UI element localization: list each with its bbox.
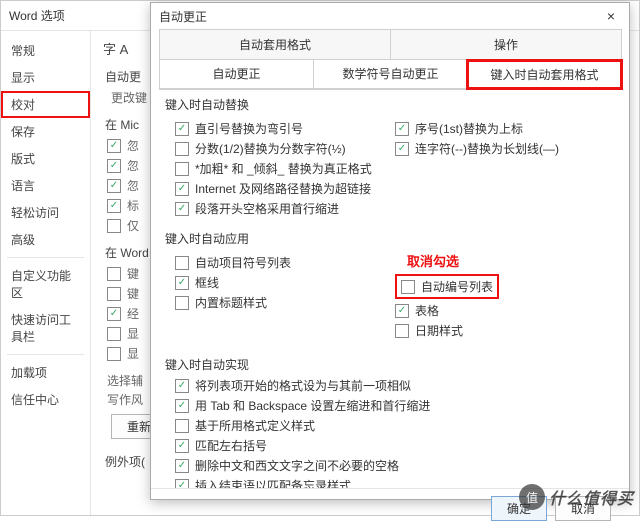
option-label: 基于所用格式定义样式: [195, 417, 315, 434]
checkbox[interactable]: ✓: [175, 379, 189, 393]
checkbox[interactable]: ✓: [175, 479, 189, 489]
sidebar-item-ease[interactable]: 轻松访问: [1, 199, 90, 226]
watermark-text: 什么值得买: [549, 485, 634, 509]
sidebar-item-trust[interactable]: 信任中心: [1, 386, 90, 413]
col-right: 取消勾选 自动编号列表 ✓ 表格 日期样式: [395, 251, 615, 342]
autocorrect-dialog: 自动更正 × 自动套用格式 操作 自动更正 数学符号自动更正 键入时自动套用格式…: [150, 2, 630, 500]
dialog-titlebar: 自动更正 ×: [151, 3, 629, 29]
sidebar: 常规 显示 校对 保存 版式 语言 轻松访问 高级 自定义功能区 快速访问工具栏…: [1, 31, 91, 515]
checkbox-auto-number-list[interactable]: [401, 280, 415, 294]
checkbox[interactable]: [175, 142, 189, 156]
row-text: 经: [127, 305, 139, 322]
option-label: 将列表项开始的格式设为与其前一项相似: [195, 377, 411, 394]
col-left: ✓ 直引号替换为弯引号 分数(1/2)替换为分数字符(½) *加粗* 和 _倾斜_…: [175, 117, 395, 220]
option-label: 框线: [195, 274, 219, 291]
checkbox[interactable]: ✓: [175, 459, 189, 473]
option-label: Internet 及网络路径替换为超链接: [195, 180, 371, 197]
sidebar-separator: [7, 257, 84, 258]
row-text: 忽: [127, 177, 139, 194]
row-text: 忽: [127, 137, 139, 154]
sidebar-item-save[interactable]: 保存: [1, 118, 90, 145]
checkbox[interactable]: [175, 162, 189, 176]
option-label: 自动项目符号列表: [195, 254, 291, 271]
dialog-body: 键入时自动替换 ✓ 直引号替换为弯引号 分数(1/2)替换为分数字符(½) *加粗…: [151, 90, 629, 488]
option-label: 内置标题样式: [195, 294, 267, 311]
checkbox[interactable]: ✓: [107, 179, 121, 193]
tab-autoformat-as-you-type[interactable]: 键入时自动套用格式: [467, 60, 622, 89]
watermark-badge: 值: [519, 484, 545, 510]
sidebar-item-advanced[interactable]: 高级: [1, 226, 90, 253]
sidebar-item-general[interactable]: 常规: [1, 37, 90, 64]
checkbox[interactable]: ✓: [395, 142, 409, 156]
option-label: 序号(1st)替换为上标: [415, 120, 523, 137]
section-body: ✓ 将列表项开始的格式设为与其前一项相似 ✓ 用 Tab 和 Backspace 设…: [175, 377, 615, 488]
row-text: 键: [127, 265, 139, 282]
tab-row-bottom: 自动更正 数学符号自动更正 键入时自动套用格式: [159, 60, 621, 90]
sidebar-item-proofing[interactable]: 校对: [1, 91, 90, 118]
annotation-uncheck: 取消勾选: [407, 251, 615, 270]
option-label: 自动编号列表: [421, 278, 493, 295]
checkbox[interactable]: [107, 267, 121, 281]
col-left: 自动项目符号列表 ✓ 框线 内置标题样式: [175, 251, 395, 342]
checkbox[interactable]: [107, 327, 121, 341]
option-label: 用 Tab 和 Backspace 设置左缩进和首行缩进: [195, 397, 430, 414]
checkbox[interactable]: [107, 219, 121, 233]
option-label: 段落开头空格采用首行缩进: [195, 200, 339, 217]
section-header: 键入时自动应用: [165, 230, 615, 247]
checkbox[interactable]: ✓: [175, 122, 189, 136]
row-text: 忽: [127, 157, 139, 174]
option-label: 连字符(--)替换为长划线(—): [415, 140, 559, 157]
section-header: 键入时自动实现: [165, 356, 615, 373]
checkbox[interactable]: [175, 296, 189, 310]
highlight-box: 自动编号列表: [395, 274, 499, 299]
row-text: 显: [127, 345, 139, 362]
tab-actions[interactable]: 操作: [390, 29, 622, 59]
option-label: 插入结束语以匹配备忘录样式: [195, 477, 351, 488]
row-text: 显: [127, 325, 139, 342]
section-header: 键入时自动替换: [165, 96, 615, 113]
watermark: 值 什么值得买: [519, 484, 634, 510]
tab-autoformat[interactable]: 自动套用格式: [159, 29, 391, 59]
sidebar-item-addins[interactable]: 加载项: [1, 359, 90, 386]
option-label: 日期样式: [415, 322, 463, 339]
checkbox[interactable]: ✓: [107, 199, 121, 213]
option-label: 表格: [415, 302, 439, 319]
option-label: *加粗* 和 _倾斜_ 替换为真正格式: [195, 160, 372, 177]
sidebar-item-language[interactable]: 语言: [1, 172, 90, 199]
tab-autocorrect[interactable]: 自动更正: [159, 60, 314, 89]
checkbox[interactable]: ✓: [107, 159, 121, 173]
checkbox[interactable]: ✓: [175, 202, 189, 216]
option-label: 删除中文和西文文字之间不必要的空格: [195, 457, 399, 474]
option-label: 直引号替换为弯引号: [195, 120, 303, 137]
checkbox[interactable]: ✓: [175, 439, 189, 453]
checkbox[interactable]: [175, 256, 189, 270]
checkbox[interactable]: ✓: [395, 122, 409, 136]
col-right: ✓ 序号(1st)替换为上标 ✓ 连字符(--)替换为长划线(—): [395, 117, 615, 220]
row-text: 键: [127, 285, 139, 302]
checkbox[interactable]: [175, 419, 189, 433]
row-text: 标: [127, 197, 139, 214]
dialog-close-button[interactable]: ×: [601, 6, 621, 26]
checkbox[interactable]: [395, 324, 409, 338]
window-title: Word 选项: [9, 7, 65, 24]
checkbox[interactable]: ✓: [107, 139, 121, 153]
checkbox[interactable]: ✓: [175, 399, 189, 413]
tab-math-autocorrect[interactable]: 数学符号自动更正: [313, 60, 468, 89]
option-label: 匹配左右括号: [195, 437, 267, 454]
sidebar-item-layout[interactable]: 版式: [1, 145, 90, 172]
row-text: 仅: [127, 217, 139, 234]
checkbox[interactable]: ✓: [395, 304, 409, 318]
sidebar-item-qat[interactable]: 快速访问工具栏: [1, 306, 90, 350]
checkbox[interactable]: [107, 287, 121, 301]
checkbox[interactable]: ✓: [175, 182, 189, 196]
option-label: 分数(1/2)替换为分数字符(½): [195, 140, 346, 157]
sidebar-item-display[interactable]: 显示: [1, 64, 90, 91]
checkbox[interactable]: [107, 347, 121, 361]
tab-row-top: 自动套用格式 操作: [159, 29, 621, 60]
checkbox[interactable]: ✓: [175, 276, 189, 290]
checkbox[interactable]: ✓: [107, 307, 121, 321]
sidebar-separator: [7, 354, 84, 355]
dialog-title: 自动更正: [159, 8, 207, 25]
sidebar-item-ribbon[interactable]: 自定义功能区: [1, 262, 90, 306]
